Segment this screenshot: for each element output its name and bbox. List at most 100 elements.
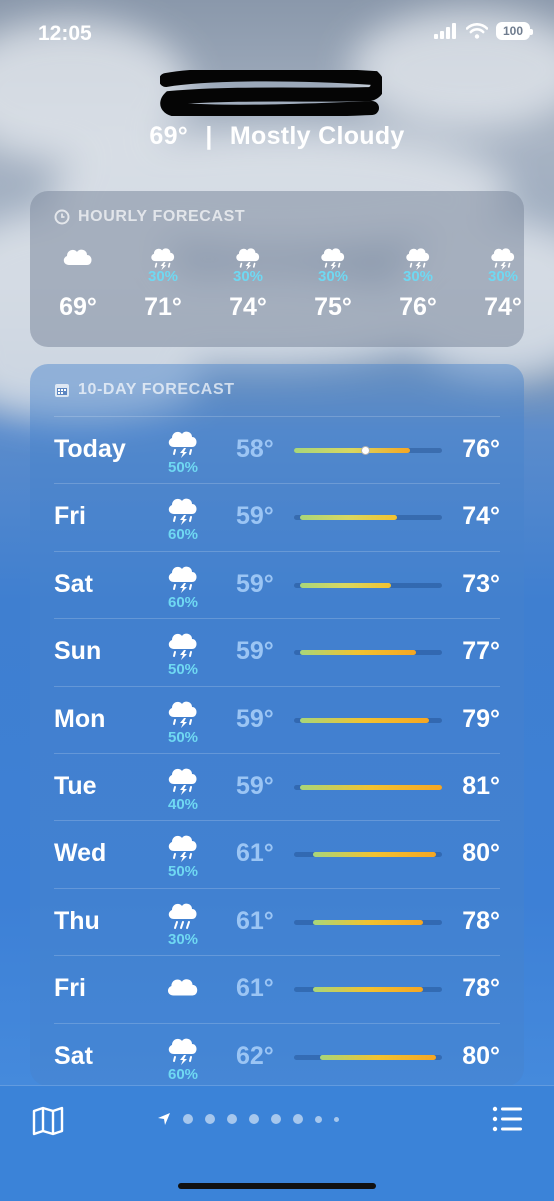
- hourly-temp: 75°: [314, 293, 352, 321]
- thunderstorm-icon: [164, 627, 204, 661]
- day-name: Sat: [54, 1041, 93, 1070]
- temp-range-bar: [294, 1054, 442, 1060]
- battery-level: 100: [502, 24, 524, 38]
- hourly-forecast-card[interactable]: HOURLY FORECAST 69° 30% 71° 30% 74° 30% 75° 30%…: [30, 191, 524, 347]
- status-icons: 100: [434, 22, 533, 40]
- temp-range-fill: [300, 582, 391, 588]
- home-indicator[interactable]: [178, 1183, 376, 1189]
- low-temp: 62°: [236, 1041, 274, 1070]
- temp-range-fill: [319, 1054, 436, 1060]
- high-temp: 79°: [462, 704, 500, 733]
- current-temperature: 69°: [149, 122, 189, 150]
- temp-range-bar: [294, 919, 442, 925]
- ten-day-forecast-card[interactable]: 10-DAY FORECAST Today 50% 58° 76° Fri 60% 59° 7…: [30, 364, 524, 1086]
- status-bar: 12:05 100: [0, 22, 554, 48]
- clock-icon: [54, 209, 70, 225]
- hourly-precip: 30%: [317, 268, 349, 285]
- day-name: Wed: [54, 839, 107, 868]
- thunderstorm-icon: [164, 492, 204, 526]
- precip-chance: 60%: [167, 526, 199, 544]
- temp-range-bar: [294, 446, 442, 455]
- page-dot[interactable]: [227, 1114, 237, 1124]
- low-temp: 61°: [236, 906, 274, 935]
- daily-row[interactable]: Sat 60% 59° 73°: [30, 552, 524, 619]
- daily-row[interactable]: Today 50% 58° 76°: [30, 417, 524, 484]
- temp-range-bar: [294, 515, 442, 521]
- daily-row[interactable]: Fri 61° 78°: [30, 956, 524, 1023]
- precip-chance: 30%: [167, 930, 199, 948]
- temp-range-bar: [294, 852, 442, 858]
- high-temp: 78°: [462, 974, 500, 1003]
- hourly-item: 30% 74°: [473, 243, 533, 322]
- page-dot[interactable]: [315, 1115, 322, 1123]
- current-condition: Mostly Cloudy: [229, 122, 405, 150]
- temp-range-bar: [294, 785, 442, 790]
- day-name: Fri: [54, 974, 86, 1003]
- daily-row[interactable]: Fri 60% 59° 74°: [30, 484, 524, 551]
- low-temp: 59°: [236, 772, 274, 800]
- daily-row[interactable]: Sat 60% 62° 80°: [30, 1024, 524, 1091]
- temp-range-fill: [294, 448, 410, 453]
- hourly-temp: 71°: [144, 293, 182, 321]
- hourly-item: 69°: [48, 243, 108, 322]
- list-icon[interactable]: [492, 1106, 522, 1132]
- temp-range-bar: [294, 717, 442, 723]
- high-temp: 74°: [462, 502, 500, 531]
- hourly-precip: 30%: [487, 268, 519, 285]
- summary-separator: |: [205, 122, 213, 150]
- page-dot[interactable]: [334, 1116, 339, 1122]
- location-arrow-icon[interactable]: [157, 1112, 171, 1126]
- page-indicator[interactable]: [157, 1112, 339, 1126]
- precip-chance: 60%: [167, 1065, 199, 1083]
- temp-range-fill: [313, 987, 423, 993]
- page-dot[interactable]: [271, 1114, 281, 1124]
- precip-chance: 60%: [167, 593, 199, 611]
- temp-range-bar: [294, 987, 442, 993]
- daily-row[interactable]: Sun 50% 59° 77°: [30, 619, 524, 686]
- hourly-item: 30% 71°: [133, 243, 193, 322]
- temp-range-fill: [300, 785, 442, 790]
- temp-range-fill: [300, 515, 397, 521]
- low-temp: 59°: [236, 502, 274, 531]
- day-name: Mon: [54, 704, 106, 733]
- low-temp: 59°: [236, 569, 274, 598]
- hourly-header-label: HOURLY FORECAST: [78, 208, 246, 225]
- redacted-location-name: [160, 70, 382, 116]
- current-temp-marker: [360, 446, 370, 455]
- day-name: Tue: [54, 772, 97, 800]
- hourly-temp: 76°: [399, 293, 437, 321]
- daily-row[interactable]: Thu 30% 61° 78°: [30, 889, 524, 956]
- hourly-item: 30% 74°: [218, 243, 278, 322]
- battery-icon: 100: [496, 22, 533, 40]
- low-temp: 61°: [236, 974, 274, 1003]
- low-temp: 59°: [236, 637, 274, 666]
- precip-chance: 50%: [167, 459, 199, 476]
- rain-icon: [164, 897, 204, 931]
- thunderstorm-icon: [164, 829, 204, 863]
- hourly-temp: 74°: [229, 293, 267, 321]
- low-temp: 61°: [236, 839, 274, 868]
- cloud-icon: [164, 972, 204, 1006]
- hourly-item: 30% 76°: [388, 243, 448, 322]
- day-name: Sun: [54, 637, 102, 666]
- day-name: Sat: [54, 569, 93, 598]
- daily-row[interactable]: Tue 40% 59° 81°: [30, 754, 524, 821]
- current-summary: 69° | Mostly Cloudy: [0, 122, 554, 151]
- hourly-temp: 69°: [59, 293, 97, 321]
- page-dot[interactable]: [249, 1114, 259, 1124]
- daily-row[interactable]: Wed 50% 61° 80°: [30, 821, 524, 888]
- precip-chance: 50%: [167, 661, 199, 679]
- page-dot[interactable]: [293, 1114, 303, 1124]
- low-temp: 59°: [236, 704, 274, 733]
- daily-row[interactable]: Mon 50% 59° 79°: [30, 687, 524, 754]
- temp-range-fill: [313, 852, 436, 858]
- page-dot[interactable]: [205, 1114, 215, 1124]
- high-temp: 81°: [462, 772, 500, 800]
- thunderstorm-icon: 30%: [388, 243, 448, 285]
- daily-header: 10-DAY FORECAST: [54, 381, 235, 399]
- precip-chance: 40%: [167, 796, 199, 813]
- thunderstorm-icon: 30%: [218, 243, 278, 285]
- hourly-precip: 30%: [232, 268, 264, 285]
- map-icon[interactable]: [32, 1106, 64, 1136]
- page-dot[interactable]: [183, 1114, 193, 1124]
